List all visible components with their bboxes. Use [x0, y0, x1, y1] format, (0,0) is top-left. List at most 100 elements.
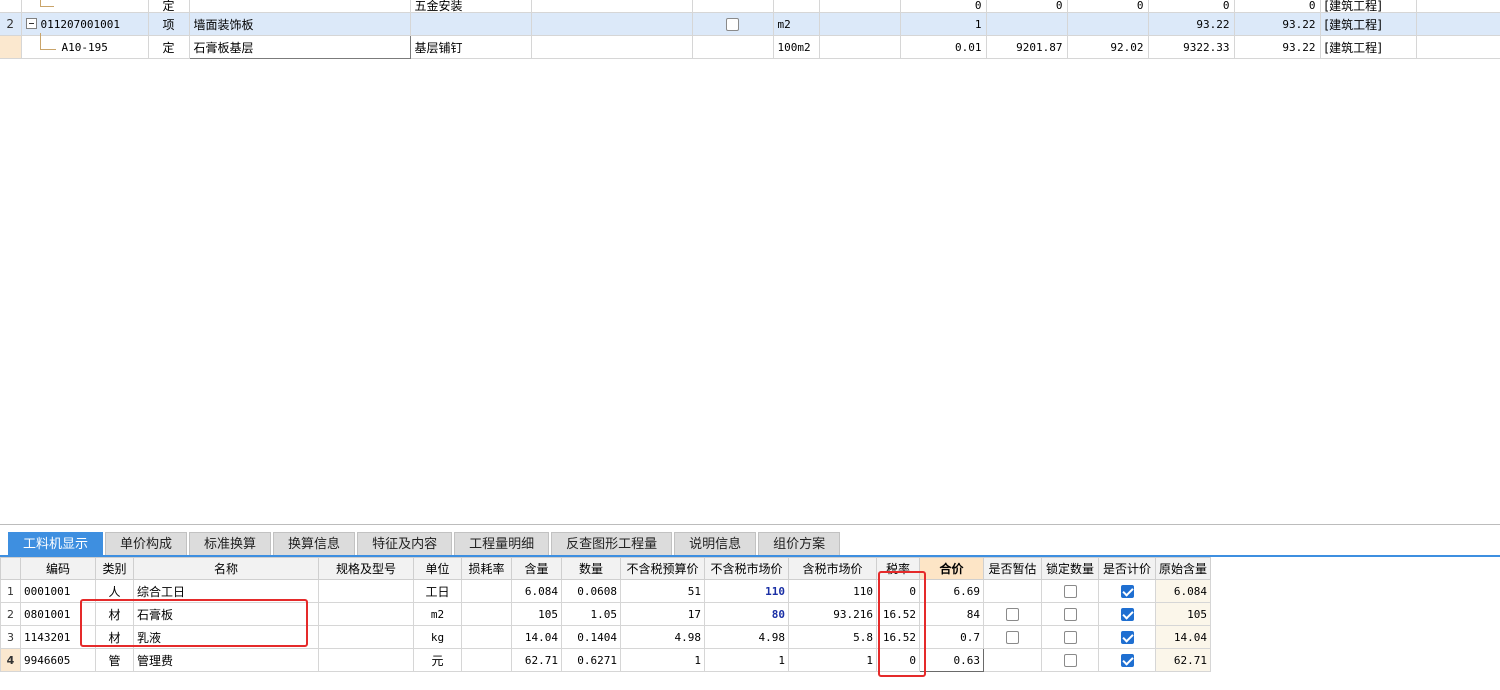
- priced-cell[interactable]: [1098, 625, 1156, 649]
- unit-cell[interactable]: 工日: [413, 579, 462, 603]
- profession-cell[interactable]: [建筑工程]: [1320, 0, 1417, 13]
- desc-cell[interactable]: 五金安装: [410, 0, 532, 13]
- column-header[interactable]: 单位: [413, 557, 462, 580]
- value-cell[interactable]: 0: [986, 0, 1068, 13]
- extra-cell[interactable]: [819, 12, 901, 36]
- tab-standard-conversion[interactable]: 标准换算: [189, 532, 272, 556]
- tax-rate-cell[interactable]: 0: [876, 648, 920, 672]
- checkbox-checked[interactable]: [1120, 631, 1134, 644]
- spec-cell[interactable]: [318, 602, 414, 626]
- table-row[interactable]: 4 9946605 管 管理费 元 62.71 0.6271 1 1 1 0 0…: [0, 648, 1211, 672]
- type-cell[interactable]: 项: [148, 12, 190, 36]
- tab-quantity-detail[interactable]: 工程量明细: [454, 532, 550, 556]
- name-input[interactable]: 石膏板基层: [188, 35, 411, 59]
- spec-cell[interactable]: [531, 35, 693, 59]
- quantity-cell[interactable]: 0.0608: [561, 579, 621, 603]
- priced-cell[interactable]: [1098, 602, 1156, 626]
- loss-cell[interactable]: [461, 648, 512, 672]
- table-row[interactable]: 定 五金安装 0 0 0 0 0 [建筑工程]: [0, 0, 1500, 13]
- priced-cell[interactable]: [1098, 648, 1156, 672]
- value-cell[interactable]: 93.22: [1234, 35, 1321, 59]
- checkbox[interactable]: [1063, 631, 1077, 644]
- checkbox-checked[interactable]: [1120, 585, 1134, 598]
- total-cell[interactable]: 0.7: [919, 625, 984, 649]
- tax-market-price-cell[interactable]: 1: [788, 648, 877, 672]
- value-cell[interactable]: 93.22: [1148, 12, 1235, 36]
- value-cell[interactable]: [1067, 12, 1149, 36]
- tab-labor-material-machine[interactable]: 工料机显示: [8, 532, 104, 556]
- value-cell[interactable]: [986, 12, 1068, 36]
- column-header[interactable]: 合价: [919, 557, 984, 580]
- unit-cell[interactable]: m2: [773, 12, 820, 36]
- market-price-cell[interactable]: 4.98: [704, 625, 789, 649]
- profession-cell[interactable]: [建筑工程]: [1320, 12, 1417, 36]
- column-header[interactable]: 名称: [133, 557, 319, 580]
- qty-cell[interactable]: 0: [900, 0, 987, 13]
- tax-rate-cell[interactable]: 16.52: [876, 625, 920, 649]
- checkbox[interactable]: [1063, 608, 1077, 621]
- quantity-cell[interactable]: 1.05: [561, 602, 621, 626]
- code-cell[interactable]: 1143201: [20, 625, 96, 649]
- lock-qty-cell[interactable]: [1041, 648, 1099, 672]
- code-cell[interactable]: 0801001: [20, 602, 96, 626]
- flag-cell[interactable]: [692, 12, 774, 36]
- checkbox[interactable]: [1063, 585, 1077, 598]
- category-cell[interactable]: 人: [95, 579, 134, 603]
- budget-price-cell[interactable]: 1: [620, 648, 705, 672]
- orig-content-cell[interactable]: 62.71: [1155, 648, 1211, 672]
- loss-cell[interactable]: [461, 579, 512, 603]
- spec-cell[interactable]: [318, 625, 414, 649]
- column-header[interactable]: 编码: [20, 557, 96, 580]
- value-cell[interactable]: 0: [1148, 0, 1235, 13]
- column-header[interactable]: 损耗率: [461, 557, 512, 580]
- checkbox[interactable]: [726, 18, 739, 31]
- spec-cell[interactable]: [318, 579, 414, 603]
- name-cell[interactable]: 石膏板: [133, 602, 319, 626]
- checkbox[interactable]: [1006, 608, 1019, 621]
- content-cell[interactable]: 62.71: [511, 648, 562, 672]
- unit-cell[interactable]: [773, 0, 820, 13]
- tax-market-price-cell[interactable]: 5.8: [788, 625, 877, 649]
- estimate-cell[interactable]: [983, 602, 1042, 626]
- category-cell[interactable]: 材: [95, 602, 134, 626]
- name-cell[interactable]: 综合工日: [133, 579, 319, 603]
- flag-cell[interactable]: [692, 0, 774, 13]
- extra-cell[interactable]: [819, 0, 901, 13]
- orig-content-cell[interactable]: 105: [1155, 602, 1211, 626]
- profession-cell[interactable]: [建筑工程]: [1320, 35, 1417, 59]
- budget-price-cell[interactable]: 4.98: [620, 625, 705, 649]
- value-cell[interactable]: 0: [1067, 0, 1149, 13]
- content-cell[interactable]: 105: [511, 602, 562, 626]
- tab-unit-price[interactable]: 单价构成: [105, 532, 188, 556]
- desc-cell[interactable]: 基层铺钉: [410, 35, 532, 59]
- name-cell[interactable]: 管理费: [133, 648, 319, 672]
- column-header[interactable]: 税率: [876, 557, 920, 580]
- table-row[interactable]: 3 1143201 材 乳液 kg 14.04 0.1404 4.98 4.98…: [0, 625, 1211, 649]
- value-cell[interactable]: 9322.33: [1148, 35, 1235, 59]
- code-cell[interactable]: 9946605: [20, 648, 96, 672]
- orig-content-cell[interactable]: 6.084: [1155, 579, 1211, 603]
- column-header[interactable]: 锁定数量: [1041, 557, 1099, 580]
- type-cell[interactable]: 定: [148, 35, 190, 59]
- estimate-cell[interactable]: [983, 625, 1042, 649]
- name-cell[interactable]: 乳液: [133, 625, 319, 649]
- tab-features[interactable]: 特征及内容: [357, 532, 453, 556]
- column-header[interactable]: 含量: [511, 557, 562, 580]
- market-price-cell[interactable]: 80: [704, 602, 789, 626]
- checkbox[interactable]: [1006, 631, 1019, 644]
- collapse-icon[interactable]: [25, 17, 37, 29]
- unit-cell[interactable]: kg: [413, 625, 462, 649]
- content-cell[interactable]: 14.04: [511, 625, 562, 649]
- code-cell[interactable]: 0001001: [20, 579, 96, 603]
- spec-cell[interactable]: [531, 0, 693, 13]
- flag-cell[interactable]: [692, 35, 774, 59]
- loss-cell[interactable]: [461, 625, 512, 649]
- total-cell[interactable]: 6.69: [919, 579, 984, 603]
- orig-content-cell[interactable]: 14.04: [1155, 625, 1211, 649]
- unit-cell[interactable]: m2: [413, 602, 462, 626]
- priced-cell[interactable]: [1098, 579, 1156, 603]
- column-header[interactable]: 是否暂估: [983, 557, 1042, 580]
- total-cell[interactable]: 84: [919, 602, 984, 626]
- table-row[interactable]: 1 0001001 人 综合工日 工日 6.084 0.0608 51 110 …: [0, 579, 1211, 603]
- market-price-cell[interactable]: 1: [704, 648, 789, 672]
